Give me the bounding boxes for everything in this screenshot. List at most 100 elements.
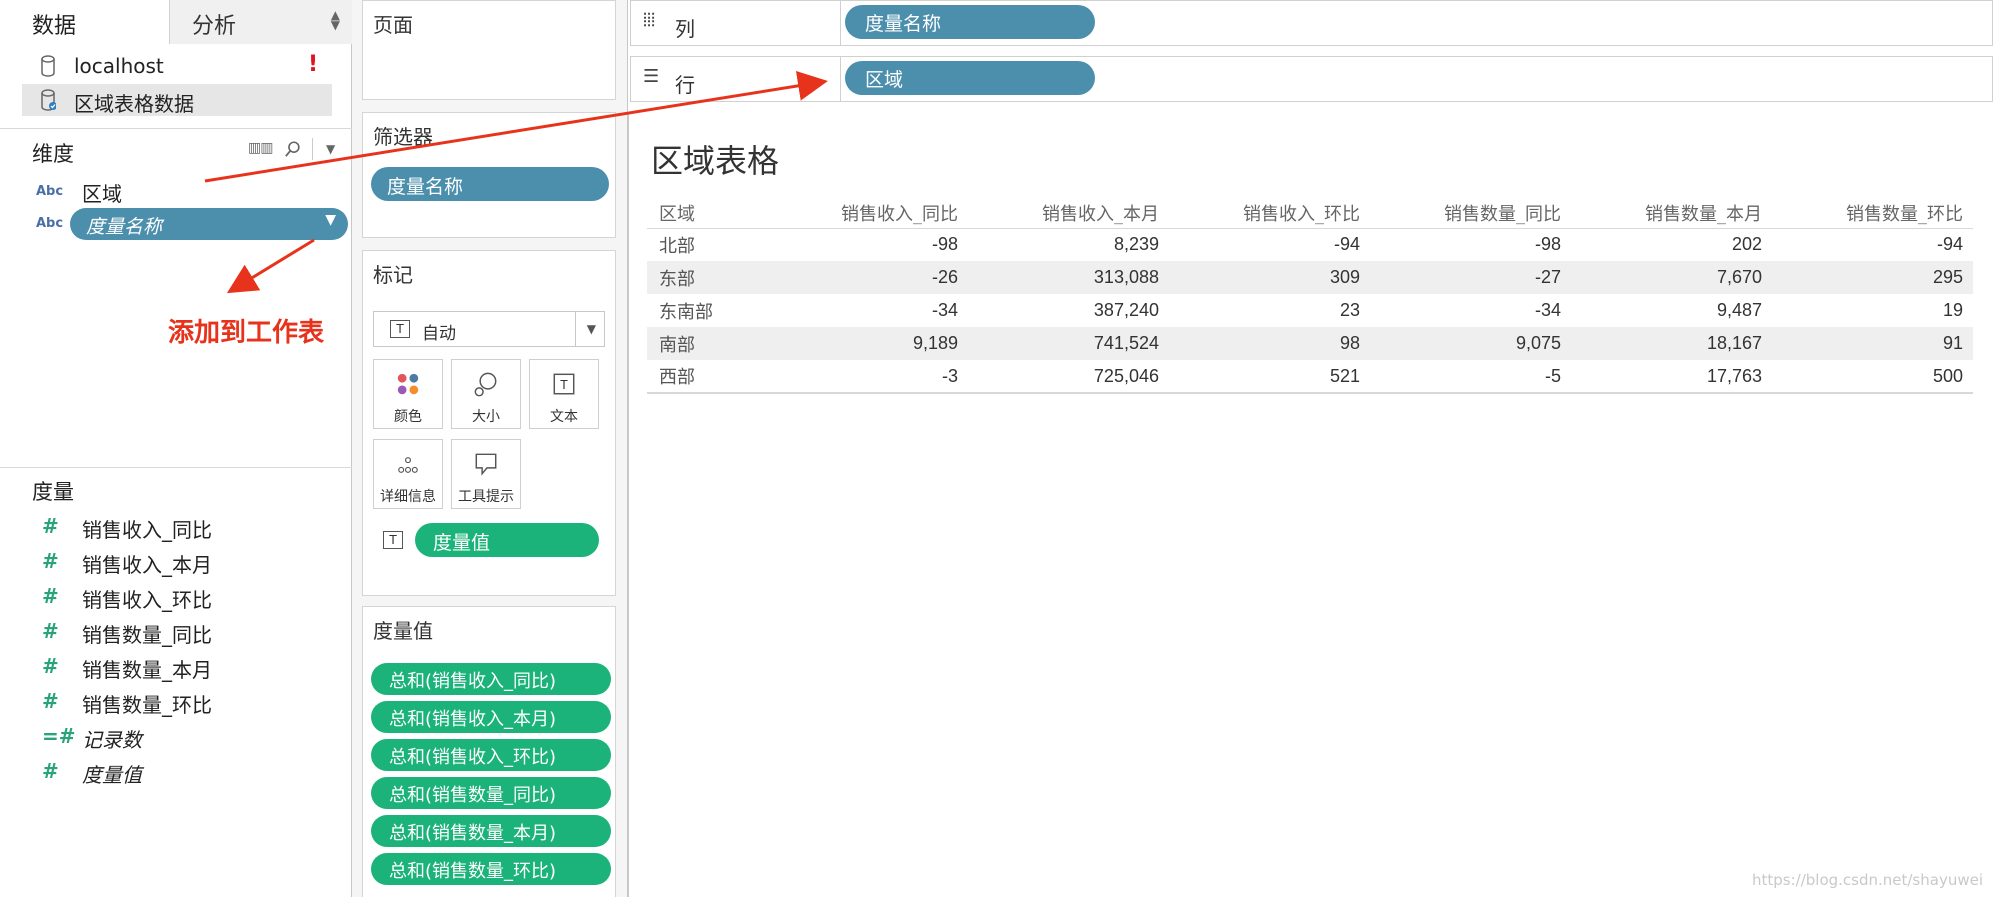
column-header[interactable]: 销售收入_本月 [968, 198, 1169, 229]
column-header[interactable]: 销售收入_环比 [1169, 198, 1370, 229]
dimensions-header: 维度 [32, 142, 74, 166]
warning-icon[interactable]: ! [308, 52, 318, 77]
table-cell[interactable]: 309 [1169, 261, 1370, 294]
table-cell[interactable]: 18,167 [1571, 327, 1772, 360]
measure-label: 销售收入_本月 [82, 553, 212, 577]
tab-data[interactable]: 数据 [0, 0, 170, 44]
column-header[interactable]: 销售数量_环比 [1772, 198, 1973, 229]
table-cell[interactable]: -94 [1772, 228, 1973, 261]
table-cell[interactable]: -98 [1370, 228, 1571, 261]
table-cell[interactable]: 19 [1772, 294, 1973, 327]
column-header[interactable]: 销售收入_同比 [767, 198, 968, 229]
measure-value-pill[interactable]: 总和(销售收入_环比) [371, 739, 611, 771]
dimension-measure-names[interactable]: Abc 度量名称 ▼ [36, 208, 348, 240]
table-cell[interactable]: 9,189 [767, 327, 968, 360]
tab-analysis[interactable]: 分析 ▲ ▼ [170, 0, 352, 44]
measure-value-pill[interactable]: 总和(销售数量_本月) [371, 815, 611, 847]
measure-names-pill[interactable]: 度量名称 ▼ [70, 208, 348, 240]
measure-value-pill[interactable]: 总和(销售数量_环比) [371, 853, 611, 885]
table-cell[interactable]: 98 [1169, 327, 1370, 360]
measure-item[interactable]: # 销售收入_环比 [42, 582, 342, 612]
rows-shelf-label: ☰ 行 [631, 57, 841, 101]
mark-type-label: 自动 [422, 324, 456, 344]
table-cell[interactable]: 17,763 [1571, 360, 1772, 394]
columns-shelf[interactable]: ⦙⦙⦙ 列 度量名称 [630, 0, 1993, 46]
calculated-number-icon: =# [42, 724, 76, 748]
table-cell[interactable]: 313,088 [968, 261, 1169, 294]
table-cell[interactable]: -34 [1370, 294, 1571, 327]
measure-item[interactable]: # 销售收入_同比 [42, 512, 342, 542]
detail-button[interactable]: 详细信息 [373, 439, 443, 509]
table-cell[interactable]: -94 [1169, 228, 1370, 261]
table-cell[interactable]: 9,075 [1370, 327, 1571, 360]
table-cell[interactable]: 387,240 [968, 294, 1169, 327]
row-header[interactable]: 南部 [647, 327, 767, 360]
rows-pill-region[interactable]: 区域 [845, 61, 1095, 95]
tooltip-icon [475, 453, 497, 476]
table-cell[interactable]: 9,487 [1571, 294, 1772, 327]
table-cell[interactable]: 725,046 [968, 360, 1169, 394]
columns-label: 列 [675, 17, 695, 41]
table-cell[interactable]: 521 [1169, 360, 1370, 394]
table-cell[interactable]: 295 [1772, 261, 1973, 294]
row-header[interactable]: 东南部 [647, 294, 767, 327]
columns-icon: ⦙⦙⦙ [643, 10, 656, 31]
number-type-icon: # [42, 514, 59, 538]
measure-label: 记录数 [82, 728, 142, 752]
filter-pill-measure-names[interactable]: 度量名称 [371, 167, 609, 201]
dropdown-caret-icon[interactable]: ▼ [325, 212, 336, 228]
table-cell[interactable]: 500 [1772, 360, 1973, 394]
text-button[interactable]: T 文本 [529, 359, 599, 429]
row-header[interactable]: 东部 [647, 261, 767, 294]
rows-shelf[interactable]: ☰ 行 区域 [630, 56, 1993, 102]
columns-pill-measure-names[interactable]: 度量名称 [845, 5, 1095, 39]
measure-values-title: 度量值 [373, 619, 433, 643]
up-down-arrow-icon: ▲ ▼ [330, 8, 340, 32]
table-cell[interactable]: -5 [1370, 360, 1571, 394]
table-cell[interactable]: 7,670 [1571, 261, 1772, 294]
table-cell[interactable]: 23 [1169, 294, 1370, 327]
worksheet-view: 区域表格 区域 销售收入_同比 销售收入_本月 销售收入_环比 销售数量_同比 … [628, 112, 1993, 897]
mark-type-select[interactable]: T 自动 ▼ [373, 311, 605, 347]
measure-item[interactable]: # 销售数量_本月 [42, 652, 342, 682]
grid-view-icon[interactable]: ▥▥ [248, 140, 273, 156]
row-header[interactable]: 西部 [647, 360, 767, 394]
dropdown-caret-icon[interactable]: ▼ [326, 142, 335, 156]
pane-tabs: 数据 分析 ▲ ▼ [0, 0, 352, 44]
table-cell[interactable]: -26 [767, 261, 968, 294]
table-cell[interactable]: -27 [1370, 261, 1571, 294]
column-header[interactable]: 销售数量_本月 [1571, 198, 1772, 229]
table-cell[interactable]: 202 [1571, 228, 1772, 261]
filters-shelf[interactable]: 筛选器 度量名称 [362, 112, 616, 238]
svg-text:T: T [560, 378, 568, 392]
table-cell[interactable]: 741,524 [968, 327, 1169, 360]
measure-item[interactable]: # 销售数量_环比 [42, 687, 342, 717]
table-cell[interactable]: 91 [1772, 327, 1973, 360]
measure-item[interactable]: # 销售收入_本月 [42, 547, 342, 577]
measure-value-pill[interactable]: 总和(销售数量_同比) [371, 777, 611, 809]
string-type-icon: Abc [36, 184, 64, 199]
table-cell[interactable]: 8,239 [968, 228, 1169, 261]
table-cell[interactable]: -98 [767, 228, 968, 261]
column-header[interactable]: 区域 [647, 198, 767, 229]
measure-value-pill[interactable]: 总和(销售收入_本月) [371, 701, 611, 733]
table-cell[interactable]: -34 [767, 294, 968, 327]
column-header[interactable]: 销售数量_同比 [1370, 198, 1571, 229]
dimension-region[interactable]: Abc 区域 [36, 176, 346, 206]
measure-item[interactable]: =# 记录数 [42, 722, 342, 752]
datasource-localhost[interactable]: localhost ! [22, 50, 332, 82]
size-button[interactable]: 大小 [451, 359, 521, 429]
search-icon[interactable] [284, 140, 302, 158]
measure-values-text-pill[interactable]: 度量值 [415, 523, 599, 557]
row-header[interactable]: 北部 [647, 228, 767, 261]
crosstab-table: 区域 销售收入_同比 销售收入_本月 销售收入_环比 销售数量_同比 销售数量_… [647, 198, 1973, 394]
pages-shelf[interactable]: 页面 [362, 0, 616, 100]
measure-value-pill[interactable]: 总和(销售收入_同比) [371, 663, 611, 695]
table-cell[interactable]: -3 [767, 360, 968, 394]
color-button[interactable]: 颜色 [373, 359, 443, 429]
datasource-region-table[interactable]: 区域表格数据 [22, 84, 332, 116]
shelves-column: 页面 筛选器 度量名称 标记 T 自动 ▼ 颜色 大小 T 文本 详细信息 工具… [352, 0, 628, 897]
measure-item[interactable]: # 度量值 [42, 757, 342, 787]
measure-item[interactable]: # 销售数量_同比 [42, 617, 342, 647]
tooltip-button[interactable]: 工具提示 [451, 439, 521, 509]
